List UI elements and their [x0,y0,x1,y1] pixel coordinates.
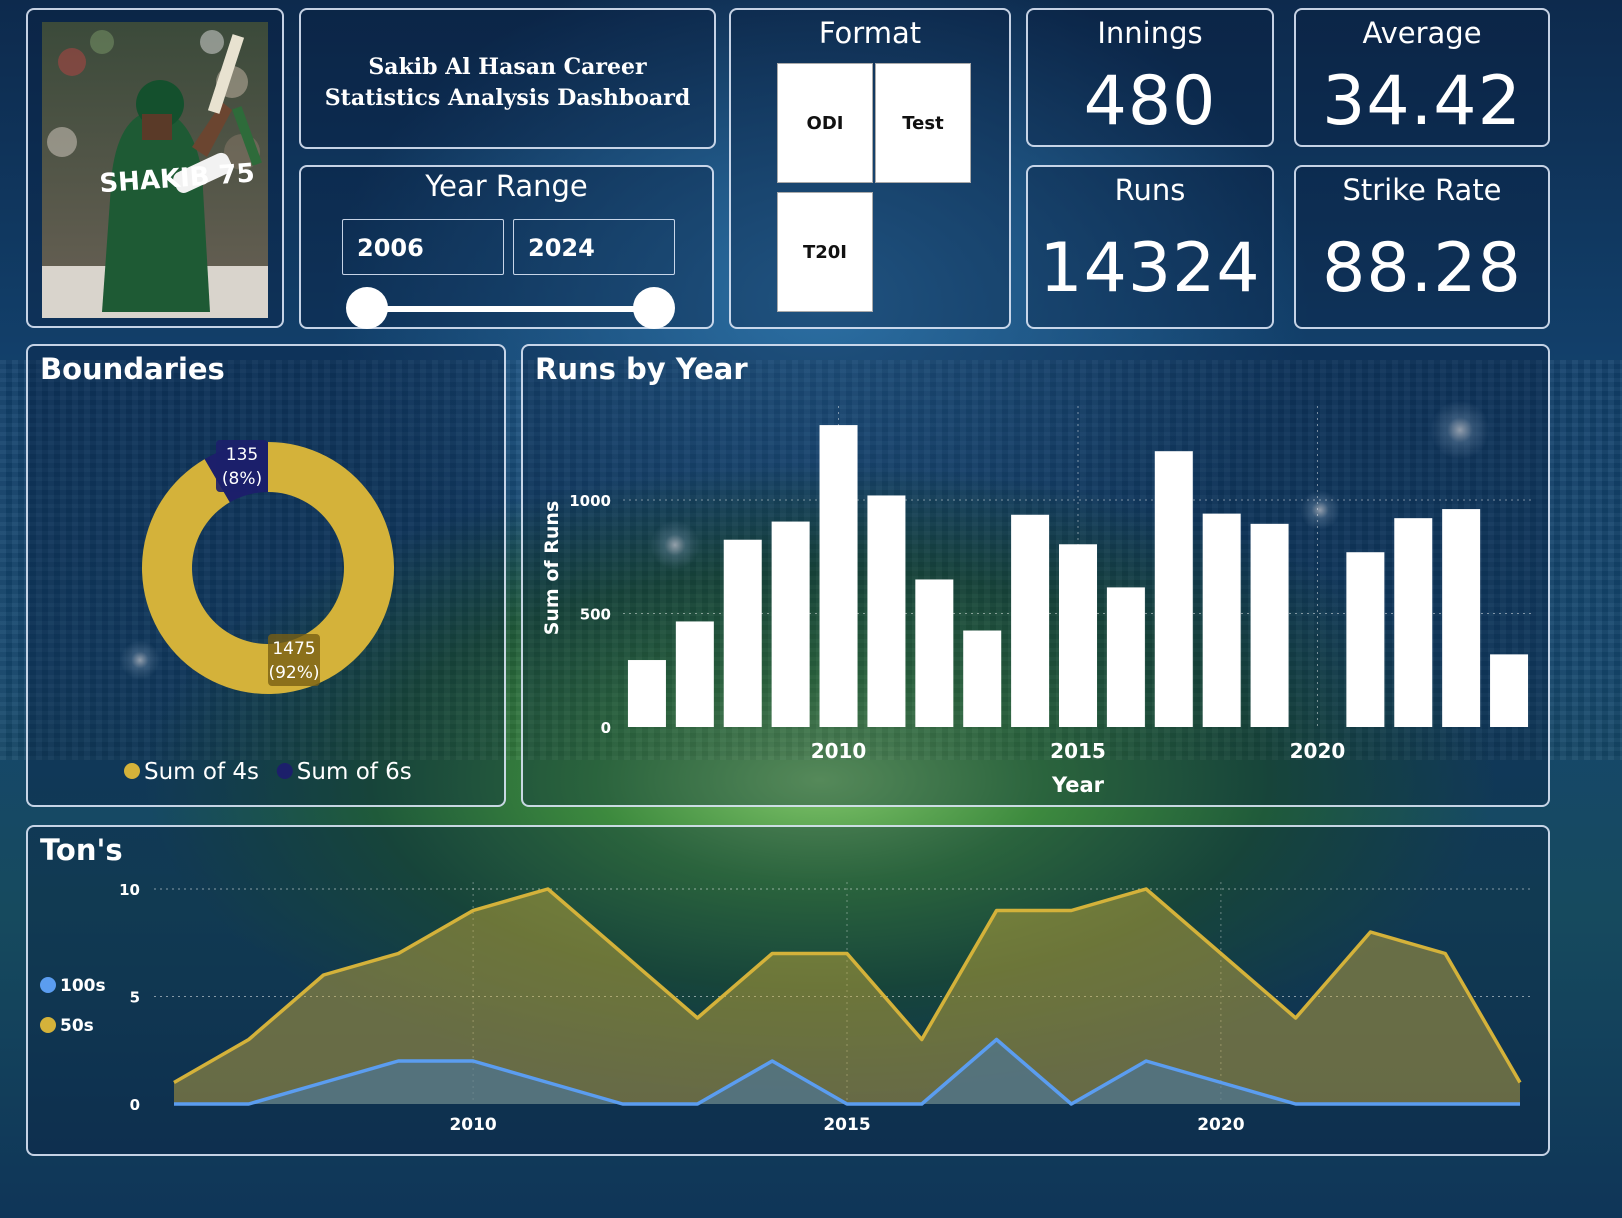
x-tick-label: 2010 [449,1115,496,1135]
x-tick-label: 2020 [1197,1115,1244,1135]
average-card: Average 34.42 [1294,8,1550,147]
strike-rate-card: Strike Rate 88.28 [1294,165,1550,329]
runs-by-year-chart: 2010 2015 2020 0 500 1000 Year Sum of Runs [541,406,1533,797]
slider-handle-end[interactable] [633,287,675,329]
legend-marker-fours [124,763,140,779]
y-tick-label: 0 [130,1096,140,1114]
donut-data-label-pct: (8%) [222,469,262,489]
y-tick-label: 1000 [569,492,611,510]
bar-2017 [1154,451,1193,727]
innings-card: Innings 480 [1026,8,1274,147]
format-odi-button[interactable]: ODI [777,63,873,183]
legend-label: Sum of 4s [144,759,259,785]
dashboard-title: Sakib Al Hasan Career Statistics Analysi… [324,54,691,111]
bar-2023 [1442,509,1481,727]
format-label: Format [818,16,922,50]
runs-card: Runs 14324 [1026,165,1274,329]
boundaries-panel: Boundaries 1475 (92%) 135 (8%) Sum of 4s Sum … [26,344,506,807]
bar-2018 [1202,513,1241,727]
legend-label: 100s [60,976,106,996]
donut-data-label-pct: (92%) [268,663,319,683]
player-photo-panel: SHAKIB 75 [26,8,284,328]
x-tick-label: 2015 [823,1115,870,1135]
donut-data-label: 135 [226,445,258,465]
legend-label: 50s [60,1016,94,1036]
year-range-slicer: Year Range 2006 2024 [299,165,714,329]
average-value: 34.42 [1322,62,1522,141]
y-tick-label: 0 [601,719,611,737]
legend-label: Sum of 6s [297,759,412,785]
x-tick-label: 2020 [1290,739,1346,763]
donut-data-label: 1475 [272,639,315,659]
bar-2007 [675,621,714,727]
bar-2008 [723,539,762,727]
bar-2019 [1250,523,1289,727]
x-tick-label: 2010 [811,739,867,763]
boundaries-donut-chart: 1475 (92%) 135 (8%) Sum of 4s Sum of 6s [124,440,412,785]
y-axis-label: Sum of Runs [541,501,563,636]
bar-2011 [867,495,906,727]
runs-value: 14324 [1039,229,1261,308]
slider-track[interactable] [367,306,655,312]
bar-2013 [963,630,1002,727]
dashboard-title-panel: Sakib Al Hasan Career Statistics Analysi… [299,8,716,149]
y-tick-label: 10 [119,881,140,899]
year-end-input[interactable]: 2024 [513,219,675,275]
bar-2021 [1346,552,1385,727]
bar-2022 [1394,518,1433,727]
format-t20i-button[interactable]: T20I [777,192,873,312]
x-axis-label: Year [1051,773,1105,797]
year-start-input[interactable]: 2006 [342,219,504,275]
strike-rate-label: Strike Rate [1342,173,1502,207]
innings-label: Innings [1097,16,1203,50]
bar-2014 [1011,514,1050,727]
legend-marker-100s [40,977,56,993]
bar-2010 [819,425,858,727]
bar-2024 [1490,654,1529,727]
bar-2006 [627,660,666,727]
legend-marker-sixes [276,763,293,779]
average-label: Average [1362,16,1482,50]
y-tick-label: 5 [130,989,140,1007]
year-range-label: Year Range [425,169,588,203]
innings-value: 480 [1083,62,1217,141]
slider-handle-start[interactable] [346,287,388,329]
bar-2009 [771,521,810,727]
legend-marker-50s [40,1017,56,1033]
y-tick-label: 500 [580,606,611,624]
format-slicer: Format ODI Test T20I [729,8,1011,329]
player-photo: SHAKIB 75 [42,22,268,318]
runs-label: Runs [1114,173,1186,207]
strike-rate-value: 88.28 [1322,229,1522,308]
bar-2012 [915,579,954,727]
tons-panel: Ton's 0 5 10 2010 2015 2020 100s 50s [26,825,1550,1156]
x-tick-label: 2015 [1050,739,1106,763]
bar-2015 [1059,544,1097,727]
format-test-button[interactable]: Test [875,63,971,183]
tons-area-chart: 0 5 10 2010 2015 2020 100s 50s [40,881,1533,1135]
bar-2016 [1106,587,1145,727]
runs-by-year-panel: Runs by Year 2010 2015 2020 0 500 1000 Year Sum… [521,344,1550,807]
